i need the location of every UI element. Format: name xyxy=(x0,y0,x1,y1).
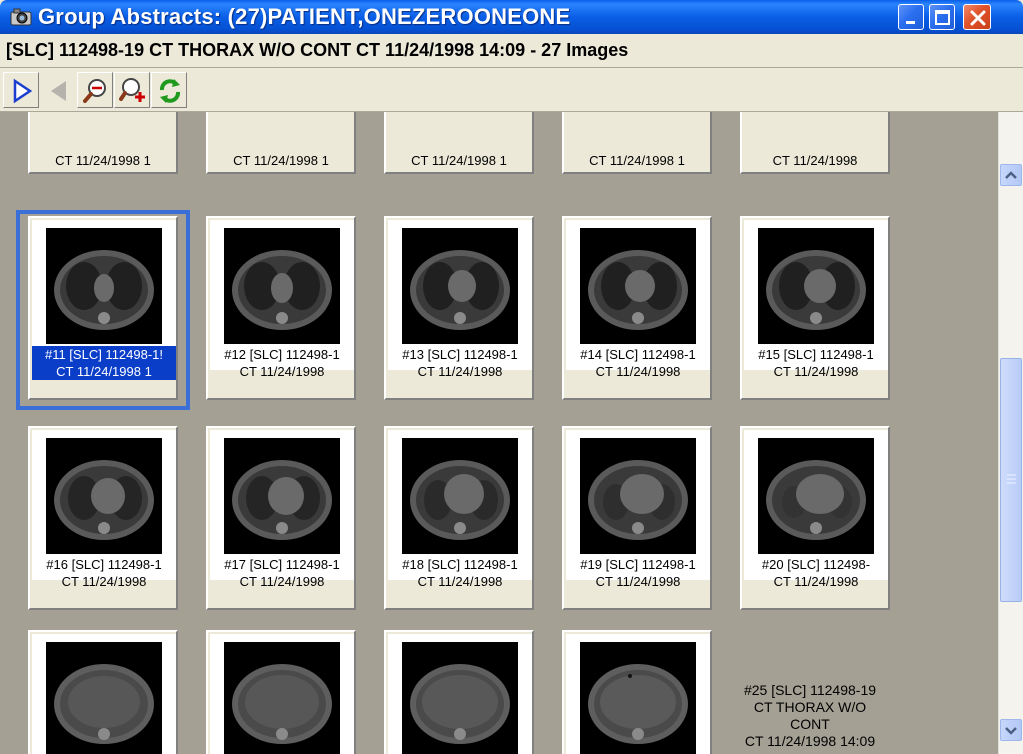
thumbnail-label-line2: CT 11/24/1998 xyxy=(61,574,147,589)
item25-line2: CT THORAX W/O xyxy=(753,699,867,715)
thumbnail-partial[interactable]: CT 11/24/1998 1 xyxy=(206,112,356,174)
thumbnail-label-line1: #20 [SLC] 112498- xyxy=(761,557,871,572)
thumbnail-partial[interactable]: CT 11/24/1998 1 xyxy=(28,112,178,174)
thumbnail-label-line1: #17 [SLC] 112498-1 xyxy=(224,557,340,572)
thumbnail-item-14[interactable]: #14 [SLC] 112498-1 CT 11/24/1998 xyxy=(562,216,712,400)
thumbnail-label-line2: CT 11/24/1998 xyxy=(417,364,503,379)
ct-slice-image xyxy=(402,438,518,554)
vertical-scrollbar[interactable] xyxy=(998,112,1023,754)
previous-icon xyxy=(51,81,66,101)
thumbnail-label: CT 11/24/1998 xyxy=(772,153,858,168)
chevron-up-icon xyxy=(1005,171,1017,179)
thumbnail-item-16[interactable]: #16 [SLC] 112498-1 CT 11/24/1998 xyxy=(28,426,178,610)
ct-slice-image xyxy=(46,438,162,554)
window-title: Group Abstracts: (27)PATIENT,ONEZEROONEO… xyxy=(38,4,571,29)
ct-slice-image xyxy=(224,438,340,554)
thumbnail-item-19[interactable]: #19 [SLC] 112498-1 CT 11/24/1998 xyxy=(562,426,712,610)
ct-slice-image xyxy=(758,228,874,344)
scroll-up-button[interactable] xyxy=(1000,164,1022,186)
thumbnail-item-22[interactable] xyxy=(206,630,356,754)
minimize-button[interactable] xyxy=(898,4,924,30)
thumbnail-item-24[interactable] xyxy=(562,630,712,754)
previous-button[interactable] xyxy=(40,72,76,108)
ct-slice-image xyxy=(46,228,162,344)
thumbnail-partial[interactable]: CT 11/24/1998 1 xyxy=(562,112,712,174)
thumbnail-frame xyxy=(210,634,354,754)
thumbnail-label-line1: #19 [SLC] 112498-1 xyxy=(580,557,696,572)
study-header: [SLC] 112498-19 CT THORAX W/O CONT CT 11… xyxy=(0,34,1023,68)
ct-slice-image xyxy=(758,438,874,554)
minimize-icon xyxy=(906,21,915,24)
thumbnail-item-18[interactable]: #18 [SLC] 112498-1 CT 11/24/1998 xyxy=(384,426,534,610)
thumbnail-label-line2: CT 11/24/1998 xyxy=(239,574,325,589)
thumbnail-frame xyxy=(566,634,710,754)
thumbnail-item-12[interactable]: #12 [SLC] 112498-1 CT 11/24/1998 xyxy=(206,216,356,400)
thumbnail-label-line2: CT 11/24/1998 xyxy=(773,364,859,379)
ct-slice-image xyxy=(402,228,518,344)
thumbnail-label: CT 11/24/1998 1 xyxy=(411,153,507,168)
toolbar xyxy=(0,68,1023,112)
zoom-in-button[interactable] xyxy=(114,72,150,108)
thumbnail-partial[interactable]: CT 11/24/1998 xyxy=(740,112,890,174)
camera-icon xyxy=(10,7,32,26)
maximize-icon xyxy=(935,10,950,25)
refresh-icon xyxy=(160,79,180,103)
thumbnail-label-line1: #15 [SLC] 112498-1 xyxy=(758,347,874,362)
thumbnail-label-line1: #16 [SLC] 112498-1 xyxy=(46,557,162,572)
scroll-down-button[interactable] xyxy=(1000,719,1022,741)
thumbnail-grid[interactable]: CT 11/24/1998 1 CT 11/24/1998 1 CT 11/24… xyxy=(0,112,998,754)
close-icon xyxy=(970,10,986,26)
thumbnail-label-line2: CT 11/24/1998 xyxy=(773,574,859,589)
thumbnail-label-line2: CT 11/24/1998 1 xyxy=(32,363,176,380)
thumbnail-label: CT 11/24/1998 1 xyxy=(55,153,151,168)
grip-icon xyxy=(1007,474,1016,484)
thumbnail-label-line1: #12 [SLC] 112498-1 xyxy=(224,347,340,362)
ct-slice-image xyxy=(580,438,696,554)
thumbnail-item-21[interactable] xyxy=(28,630,178,754)
maximize-button[interactable] xyxy=(929,4,955,30)
refresh-button[interactable] xyxy=(151,72,187,108)
thumbnail-label-line2: CT 11/24/1998 xyxy=(595,364,681,379)
zoom-in-icon xyxy=(119,78,145,102)
thumbnail-label: CT 11/24/1998 1 xyxy=(589,153,685,168)
window-titlebar[interactable]: Group Abstracts: (27)PATIENT,ONEZEROONEO… xyxy=(0,0,1023,34)
ct-slice-image xyxy=(224,642,340,754)
ct-slice-image xyxy=(580,228,696,344)
ct-slice-image xyxy=(580,642,696,754)
close-button[interactable] xyxy=(963,4,991,30)
scroll-thumb[interactable] xyxy=(1000,358,1022,602)
play-next-icon xyxy=(13,78,33,104)
ct-slice-image xyxy=(402,642,518,754)
thumbnail-label-line1: #11 [SLC] 112498-1! xyxy=(32,346,176,363)
thumbnail-label-line1: #13 [SLC] 112498-1 xyxy=(402,347,518,362)
thumbnail-item-20[interactable]: #20 [SLC] 112498- CT 11/24/1998 xyxy=(740,426,890,610)
thumbnail-item-11[interactable]: #11 [SLC] 112498-1! CT 11/24/1998 1 xyxy=(28,216,178,400)
thumbnail-item-15[interactable]: #15 [SLC] 112498-1 CT 11/24/1998 xyxy=(740,216,890,400)
item25-line4: CT 11/24/1998 14:09 xyxy=(744,733,876,749)
item25-line3: CONT xyxy=(790,716,830,732)
zoom-out-icon xyxy=(83,79,106,103)
thumbnail-item-17[interactable]: #17 [SLC] 112498-1 CT 11/24/1998 xyxy=(206,426,356,610)
thumbnail-label-line1: #14 [SLC] 112498-1 xyxy=(580,347,696,362)
item25-line1: #25 [SLC] 112498-19 xyxy=(743,682,877,698)
next-button[interactable] xyxy=(3,72,39,108)
ct-slice-image xyxy=(46,642,162,754)
thumbnail-item-13[interactable]: #13 [SLC] 112498-1 CT 11/24/1998 xyxy=(384,216,534,400)
thumbnail-label-line2: CT 11/24/1998 xyxy=(595,574,681,589)
thumbnail-frame xyxy=(32,634,176,754)
thumbnail-item-23[interactable] xyxy=(384,630,534,754)
thumbnail-label: CT 11/24/1998 1 xyxy=(233,153,329,168)
thumbnail-label-line2: CT 11/24/1998 xyxy=(417,574,503,589)
zoom-out-button[interactable] xyxy=(77,72,113,108)
thumbnail-label-line2: CT 11/24/1998 xyxy=(239,364,325,379)
thumbnail-partial[interactable]: CT 11/24/1998 1 xyxy=(384,112,534,174)
thumbnail-label-line1: #18 [SLC] 112498-1 xyxy=(402,557,518,572)
study-description: [SLC] 112498-19 CT THORAX W/O CONT CT 11… xyxy=(6,40,629,60)
thumbnail-item-25[interactable]: #25 [SLC] 112498-19 CT THORAX W/O CONT C… xyxy=(730,682,890,750)
ct-slice-image xyxy=(224,228,340,344)
thumbnail-frame xyxy=(388,634,532,754)
chevron-down-icon xyxy=(1005,727,1017,735)
